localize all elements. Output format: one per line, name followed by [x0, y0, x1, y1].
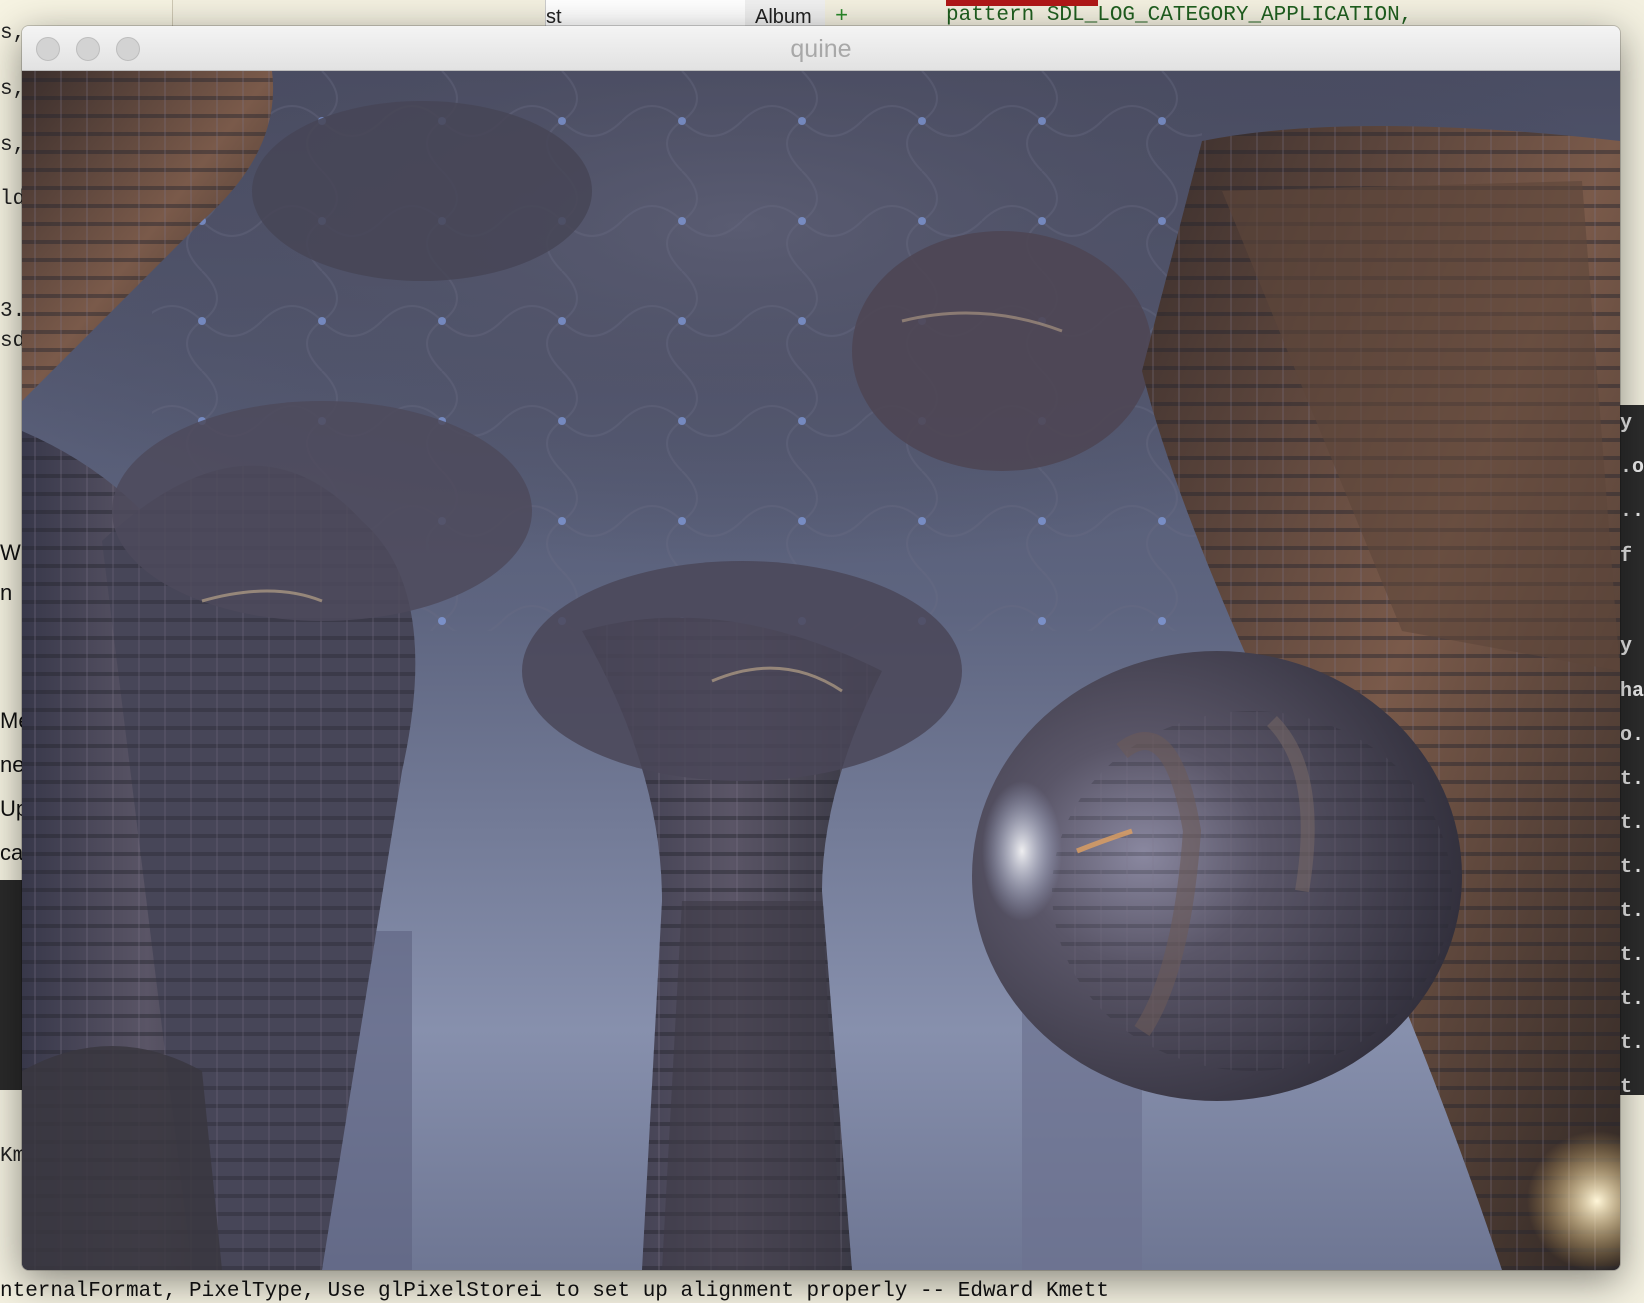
terminal-line: t.	[1620, 988, 1644, 1011]
window-titlebar[interactable]: quine	[22, 26, 1620, 71]
terminal-line: t	[1620, 1076, 1633, 1099]
window-title: quine	[790, 35, 852, 63]
terminal-line: ..	[1620, 500, 1644, 523]
terminal-line: t.	[1620, 944, 1644, 967]
terminal-line: t.	[1620, 1032, 1644, 1055]
terminal-line: t.	[1620, 768, 1644, 791]
render-viewport[interactable]	[22, 71, 1620, 1270]
terminal-line: .o	[1620, 456, 1644, 479]
fractal-scene	[22, 71, 1620, 1270]
terminal-line: t.	[1620, 812, 1644, 835]
background-dark-panel	[0, 880, 22, 1090]
terminal-line: o.	[1620, 724, 1644, 747]
terminal-line: f	[1620, 545, 1633, 568]
terminal-line: t.	[1620, 900, 1644, 923]
terminal-line: t.	[1620, 856, 1644, 879]
background-code-line: pattern SDL_LOG_CATEGORY_APPLICATION,	[946, 4, 1413, 27]
terminal-line: y	[1620, 412, 1633, 435]
terminal-line: y	[1620, 635, 1633, 658]
quine-window: quine	[22, 26, 1620, 1270]
terminal-line: ha	[1620, 680, 1644, 703]
